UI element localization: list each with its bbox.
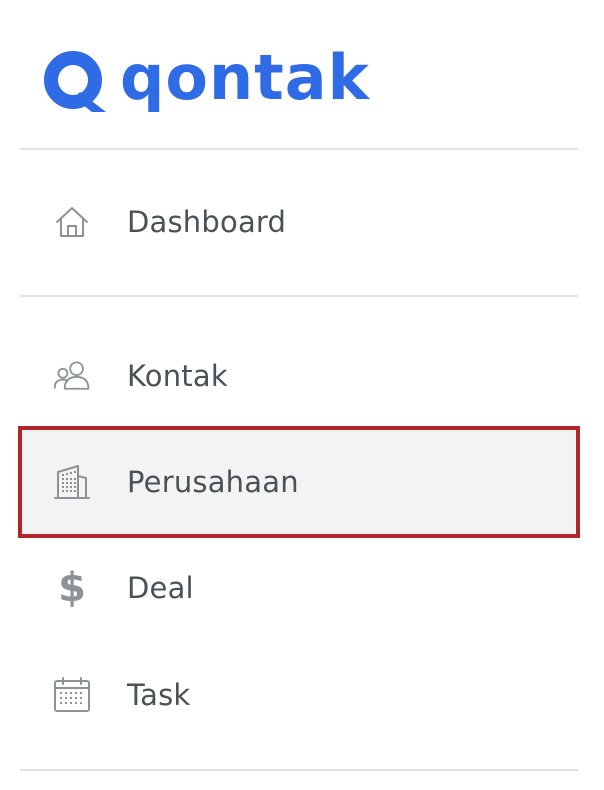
sidebar-item-label: Task bbox=[127, 678, 191, 712]
sidebar-item-task[interactable]: Task bbox=[20, 641, 578, 749]
divider-top bbox=[20, 148, 578, 150]
brand-name: qontak bbox=[120, 41, 370, 114]
sidebar-item-kontak[interactable]: Kontak bbox=[20, 322, 578, 430]
sidebar-item-dashboard[interactable]: Dashboard bbox=[20, 168, 578, 276]
home-icon bbox=[52, 202, 92, 242]
sidebar-item-label: Dashboard bbox=[127, 205, 287, 239]
sidebar-item-deal[interactable]: $ Deal bbox=[20, 534, 578, 642]
building-icon bbox=[52, 462, 92, 502]
sidebar-item-label: Kontak bbox=[127, 359, 228, 393]
users-icon bbox=[52, 356, 92, 396]
dollar-icon: $ bbox=[58, 565, 86, 611]
divider-bottom bbox=[20, 769, 578, 771]
qontak-logo-icon bbox=[44, 51, 106, 112]
sidebar-item-label: Perusahaan bbox=[127, 465, 299, 499]
sidebar: qontak Dashboard Kontak Perusahaan $ Dea… bbox=[0, 0, 604, 790]
brand-logo[interactable]: qontak bbox=[40, 42, 370, 122]
sidebar-item-label: Deal bbox=[127, 571, 194, 605]
divider-middle bbox=[20, 295, 578, 297]
sidebar-item-perusahaan[interactable]: Perusahaan bbox=[18, 426, 580, 538]
calendar-icon bbox=[52, 675, 92, 715]
